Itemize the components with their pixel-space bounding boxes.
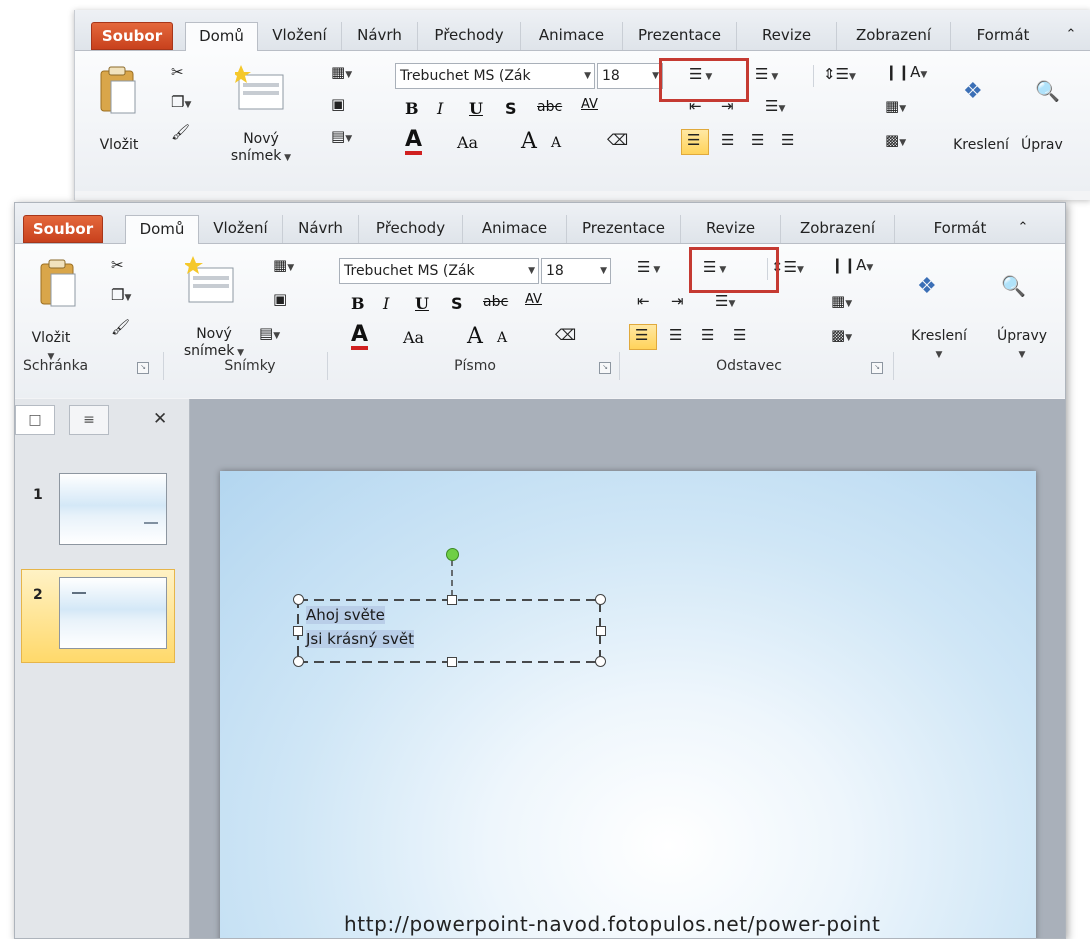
resize-handle-bottom-right[interactable] [595, 656, 606, 667]
resize-handle-top-right[interactable] [595, 594, 606, 605]
textbox-frame [297, 560, 601, 663]
resize-handle-top[interactable] [447, 595, 457, 605]
tab-home[interactable]: Domů [125, 215, 199, 244]
rotate-handle[interactable] [446, 548, 459, 561]
resize-handle-bottom-left[interactable] [293, 656, 304, 667]
resize-handle-top-left[interactable] [293, 594, 304, 605]
textbox-line-2[interactable]: Jsi krásný svět [306, 630, 414, 648]
textbox-line-1[interactable]: Ahoj světe [306, 606, 385, 624]
resize-handle-bottom[interactable] [447, 657, 457, 667]
resize-handle-left[interactable] [293, 626, 303, 636]
resize-handle-right[interactable] [596, 626, 606, 636]
tab-home-back[interactable]: Domů [185, 22, 258, 51]
source-url-caption: http://powerpoint-navod.fotopulos.net/po… [344, 912, 881, 936]
